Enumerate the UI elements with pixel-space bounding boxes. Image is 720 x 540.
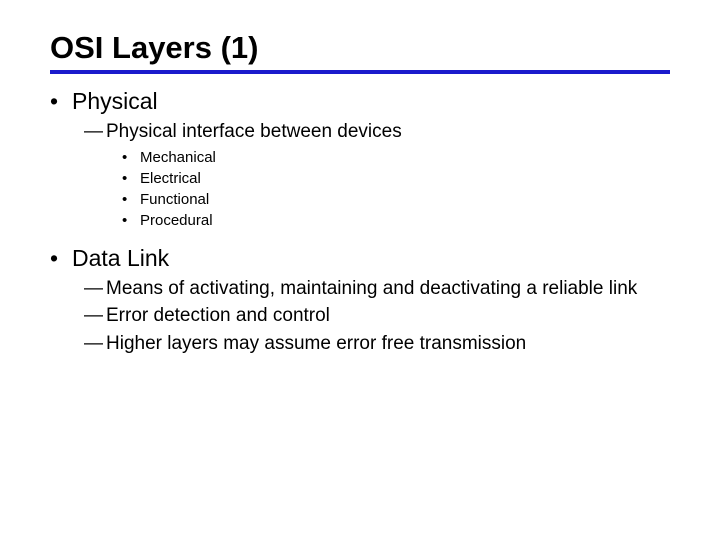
- dash-icon: —: [84, 119, 106, 145]
- bullet-dot-icon: •: [122, 212, 140, 229]
- bullet-level3: • Mechanical: [122, 149, 670, 166]
- bullet-level2: — Physical interface between devices: [84, 119, 670, 145]
- bullet-level3-text: Mechanical: [140, 149, 216, 166]
- bullet-level3: • Procedural: [122, 212, 670, 229]
- bullet-level3-text: Electrical: [140, 170, 201, 187]
- bullet-level1-label: Physical: [72, 88, 158, 115]
- bullet-level1: • Data Link: [50, 245, 670, 272]
- bullet-level2: — Error detection and control: [84, 303, 670, 329]
- bullet-level3: • Electrical: [122, 170, 670, 187]
- slide-title: OSI Layers (1): [50, 30, 670, 74]
- dash-icon: —: [84, 303, 106, 329]
- bullet-dot-icon: •: [50, 88, 72, 115]
- bullet-level2: — Higher layers may assume error free tr…: [84, 331, 670, 357]
- dash-icon: —: [84, 276, 106, 302]
- bullet-level2-text: Error detection and control: [106, 303, 330, 329]
- bullet-level2-text: Physical interface between devices: [106, 119, 402, 145]
- bullet-level3-text: Procedural: [140, 212, 213, 229]
- bullet-level2-text: Higher layers may assume error free tran…: [106, 331, 526, 357]
- bullet-dot-icon: •: [122, 191, 140, 208]
- bullet-level3: • Functional: [122, 191, 670, 208]
- bullet-level2: — Means of activating, maintaining and d…: [84, 276, 670, 302]
- slide: OSI Layers (1) • Physical — Physical int…: [0, 0, 720, 379]
- bullet-dot-icon: •: [122, 149, 140, 166]
- bullet-level3-text: Functional: [140, 191, 209, 208]
- dash-icon: —: [84, 331, 106, 357]
- bullet-level1-label: Data Link: [72, 245, 169, 272]
- bullet-dot-icon: •: [122, 170, 140, 187]
- bullet-level1: • Physical: [50, 88, 670, 115]
- bullet-level2-text: Means of activating, maintaining and dea…: [106, 276, 637, 302]
- bullet-dot-icon: •: [50, 245, 72, 272]
